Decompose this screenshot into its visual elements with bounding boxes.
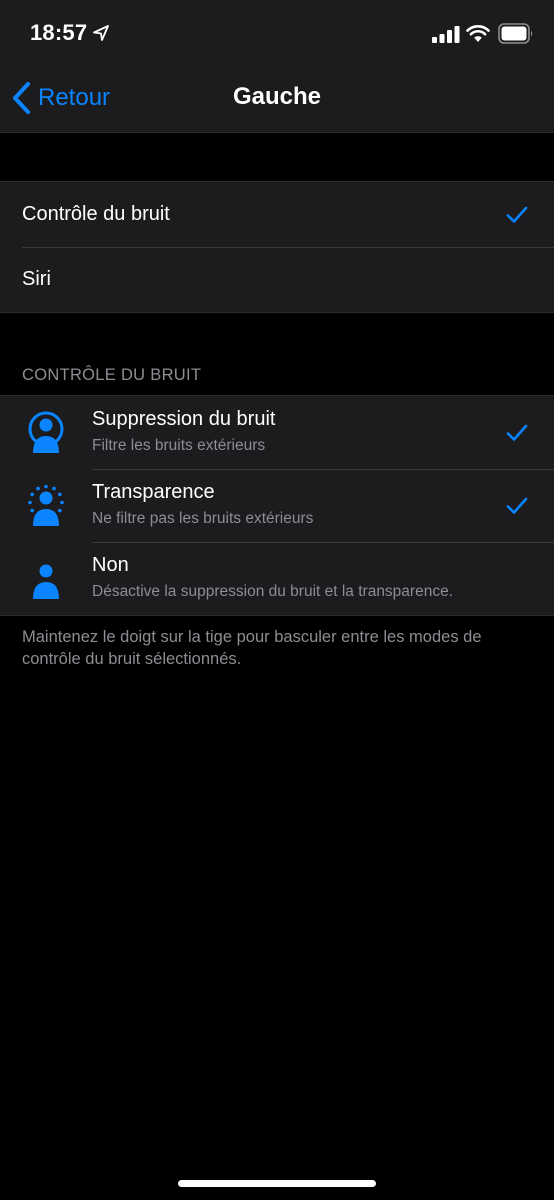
status-bar: 18:57 [0,0,554,66]
mode-subtitle: Désactive la suppression du bruit et la … [92,583,454,600]
location-arrow-icon [93,25,109,41]
checkmark-icon [506,497,528,514]
option-siri[interactable]: Siri [0,247,554,312]
mode-subtitle: Ne filtre pas les bruits extérieurs [92,510,314,527]
wifi-icon [466,25,490,42]
mode-subtitle: Filtre les bruits extérieurs [92,437,266,454]
status-time: 18:57 [30,20,88,45]
noise-control-mode-list: Suppression du bruit Filtre les bruits e… [0,395,554,616]
transparency-icon [28,484,64,526]
cellular-signal-icon [432,26,460,43]
section-header: CONTRÔLE DU BRUIT [22,366,202,384]
mode-transparency[interactable]: Transparence Ne filtre pas les bruits ex… [0,469,554,542]
mode-title: Transparence [92,481,215,503]
mode-title: Suppression du bruit [92,408,276,430]
mode-title: Non [92,554,129,576]
checkmark-icon [506,424,528,441]
option-noise-control[interactable]: Contrôle du bruit [0,182,554,247]
option-label: Siri [22,268,51,290]
mode-off[interactable]: Non Désactive la suppression du bruit et… [0,542,554,615]
noise-cancellation-icon [28,411,64,453]
page-title: Gauche [232,83,322,110]
checkmark-icon [506,206,528,223]
mode-noise-cancellation[interactable]: Suppression du bruit Filtre les bruits e… [0,396,554,469]
option-label: Contrôle du bruit [22,203,170,225]
press-action-list: Contrôle du bruit Siri [0,181,554,313]
footer-note: Maintenez le doigt sur la tige pour basc… [22,628,482,668]
noise-off-icon [33,564,59,599]
navigation-bar: Retour Gauche [0,66,554,133]
home-indicator[interactable] [178,1180,376,1187]
battery-icon [498,23,533,44]
